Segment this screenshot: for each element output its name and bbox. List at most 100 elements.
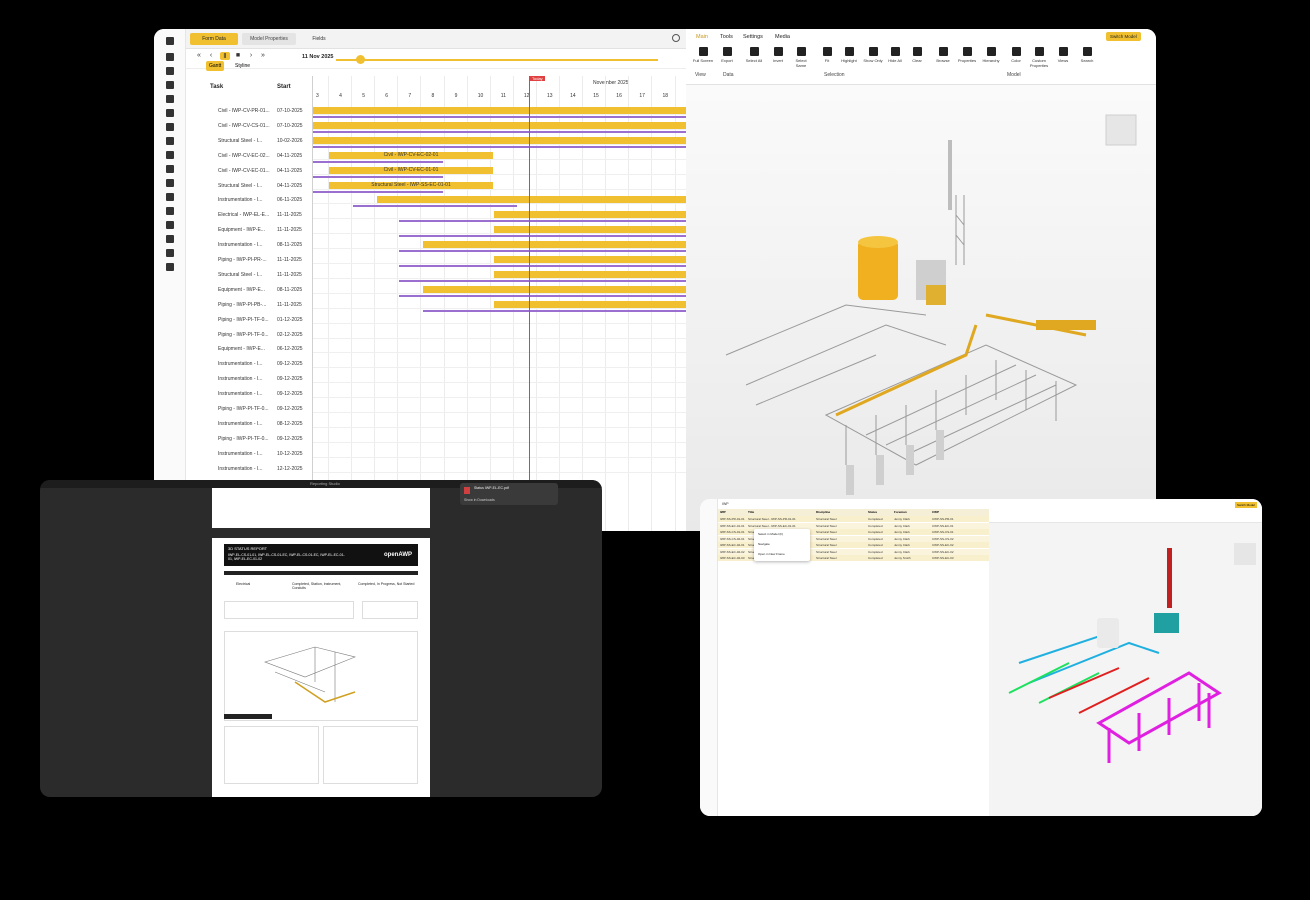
task-name[interactable]: Piping - IWP-PI-PR-... (218, 256, 267, 265)
ribbon-button[interactable]: Select All (743, 47, 765, 63)
gantt-bar[interactable] (494, 300, 687, 308)
task-name[interactable]: Civil - IWP-CV-CS-01... (218, 122, 270, 131)
helmet-icon[interactable] (166, 81, 174, 89)
ribbon-button[interactable]: Fit (816, 47, 838, 63)
table-icon[interactable] (166, 207, 174, 215)
gantt-bar[interactable] (377, 196, 687, 204)
sidebar-toggle-icon[interactable] (166, 37, 174, 45)
download-notification[interactable]: Status IWP-EL-EC.pdf Show in Downloads (460, 483, 558, 505)
ribbon-tab-media[interactable]: Media (775, 34, 790, 40)
ribbon-button[interactable]: Views (1052, 47, 1074, 63)
target-icon[interactable] (166, 165, 174, 173)
settings-icon[interactable] (166, 263, 174, 271)
task-name[interactable]: Piping - IWP-PI-PB-... (218, 301, 266, 310)
ribbon-button[interactable]: Export (716, 47, 738, 63)
prev-icon[interactable]: ‹ (206, 52, 216, 59)
ribbon-tab-main[interactable]: Main (696, 34, 708, 40)
task-name[interactable]: Structural Steel - I... (218, 182, 262, 191)
task-name[interactable]: Structural Steel - I... (218, 271, 262, 280)
gantt-bar[interactable]: Civil - IWP-CV-EC-01-01 (329, 166, 493, 174)
pin-icon[interactable] (166, 249, 174, 257)
task-name[interactable]: Instrumentation - I... (218, 241, 262, 250)
checklist-icon[interactable] (166, 67, 174, 75)
pause-icon[interactable]: Ⅱ (220, 52, 230, 60)
ribbon-button[interactable]: Color (1005, 47, 1027, 63)
task-name[interactable]: Structural Steel - I... (218, 137, 262, 146)
package-icon[interactable] (166, 95, 174, 103)
ribbon-button[interactable]: Invert (767, 47, 789, 63)
task-name[interactable]: Equipment - IWP-E... (218, 345, 265, 354)
ribbon-button[interactable]: Properties (956, 47, 978, 63)
task-name[interactable]: Piping - IWP-PI-TF-0... (218, 405, 269, 414)
gantt-bar[interactable] (423, 285, 687, 293)
table-row[interactable]: IWP-SS-EC-01-01 Structural Steel - IWP-SS… (718, 522, 989, 529)
task-name[interactable]: Piping - IWP-PI-TF-0... (218, 316, 269, 325)
menu-item-select-in-model[interactable]: Select in Model (F) (758, 532, 783, 536)
report-icon[interactable] (166, 151, 174, 159)
menu-item-open-new-frame[interactable]: Open in New Frame (758, 552, 785, 556)
mini-3d-viewport[interactable]: Switch Model (989, 499, 1262, 816)
task-name[interactable]: Piping - IWP-PI-TF-0... (218, 435, 269, 444)
ribbon-button[interactable]: Clear (906, 47, 928, 63)
task-name[interactable]: Piping - IWP-PI-TF-0... (218, 331, 269, 340)
ribbon-tab-tools[interactable]: Tools (720, 34, 733, 40)
task-name[interactable]: Instrumentation - I... (218, 390, 262, 399)
edit-icon[interactable] (166, 179, 174, 187)
tab-form-data[interactable]: Form Data (190, 33, 238, 45)
gantt-bar[interactable] (423, 241, 687, 249)
task-name[interactable]: Instrumentation - I... (218, 465, 262, 474)
ribbon-button[interactable]: Select Same (790, 47, 812, 68)
gantt-bar[interactable]: Structural Steel - IWP-SS-EC-01-01 (329, 181, 493, 189)
slider-handle[interactable] (356, 55, 365, 64)
gantt-bar[interactable] (313, 136, 687, 144)
task-name[interactable]: Instrumentation - I... (218, 360, 262, 369)
task-name[interactable]: Instrumentation - I... (218, 450, 262, 459)
gantt-bar[interactable]: Civil - IWP-CV-EC-02-01 (329, 151, 493, 159)
table-row[interactable]: IWP-SS-PR-01-01 Structural Steel - IWP-SS… (718, 516, 989, 522)
column-header[interactable]: IWP (720, 510, 726, 514)
task-name[interactable]: Civil - IWP-CV-EC-02... (218, 152, 270, 161)
task-name[interactable]: Civil - IWP-CV-PR-01... (218, 107, 270, 116)
column-header[interactable]: Title (748, 510, 754, 514)
show-in-downloads-link[interactable]: Show in Downloads (464, 498, 495, 502)
ribbon-button[interactable]: Highlight (838, 47, 860, 63)
ribbon-button[interactable]: Hide All (884, 47, 906, 63)
ribbon-button[interactable]: Browse (932, 47, 954, 63)
switch-model-button[interactable]: Switch Model (1106, 32, 1141, 41)
tab-styline[interactable]: Styline (232, 61, 253, 71)
ribbon-button[interactable]: Hierarchy (980, 47, 1002, 63)
gantt-bar[interactable] (494, 256, 687, 263)
3d-viewport[interactable] (686, 85, 1156, 531)
tab-gantt[interactable]: Gantt (206, 61, 225, 71)
task-name[interactable]: Equipment - IWP-E... (218, 286, 265, 295)
folder-icon[interactable] (166, 221, 174, 229)
clipboard-icon[interactable] (166, 53, 174, 61)
task-name[interactable]: Instrumentation - I... (218, 420, 262, 429)
gantt-bar[interactable] (494, 211, 687, 219)
gantt-bar[interactable] (313, 121, 687, 129)
menu-item-navigate[interactable]: Navigate (758, 542, 770, 546)
tab-model-properties[interactable]: Model Properties (242, 33, 296, 45)
ribbon-button[interactable]: Show Only (862, 47, 884, 63)
last-icon[interactable]: » (258, 52, 268, 59)
task-name[interactable]: Civil - IWP-CV-EC-01... (218, 167, 270, 176)
task-name[interactable]: Equipment - IWP-E... (218, 226, 265, 235)
task-name[interactable]: Instrumentation - I... (218, 375, 262, 384)
column-header[interactable]: Status (868, 510, 877, 514)
stop-icon[interactable]: ■ (233, 52, 243, 59)
next-icon[interactable]: › (246, 52, 256, 59)
gantt-bar[interactable] (494, 226, 687, 234)
ribbon-tab-settings[interactable]: Settings (743, 34, 763, 40)
document-icon[interactable] (166, 235, 174, 243)
ribbon-button[interactable]: Search (1076, 47, 1098, 63)
task-name[interactable]: Electrical - IWP-EL-E... (218, 211, 269, 220)
column-header[interactable]: CWP (932, 510, 939, 514)
gantt-bar[interactable] (313, 107, 687, 114)
tab-fields[interactable]: Fields (304, 33, 334, 45)
chart-icon[interactable] (166, 193, 174, 201)
first-icon[interactable]: « (194, 52, 204, 59)
task-name[interactable]: Instrumentation - I... (218, 196, 262, 205)
column-header[interactable]: Foreman (894, 510, 907, 514)
gantt-bar[interactable] (494, 270, 687, 278)
timeline-slider[interactable] (336, 59, 658, 61)
